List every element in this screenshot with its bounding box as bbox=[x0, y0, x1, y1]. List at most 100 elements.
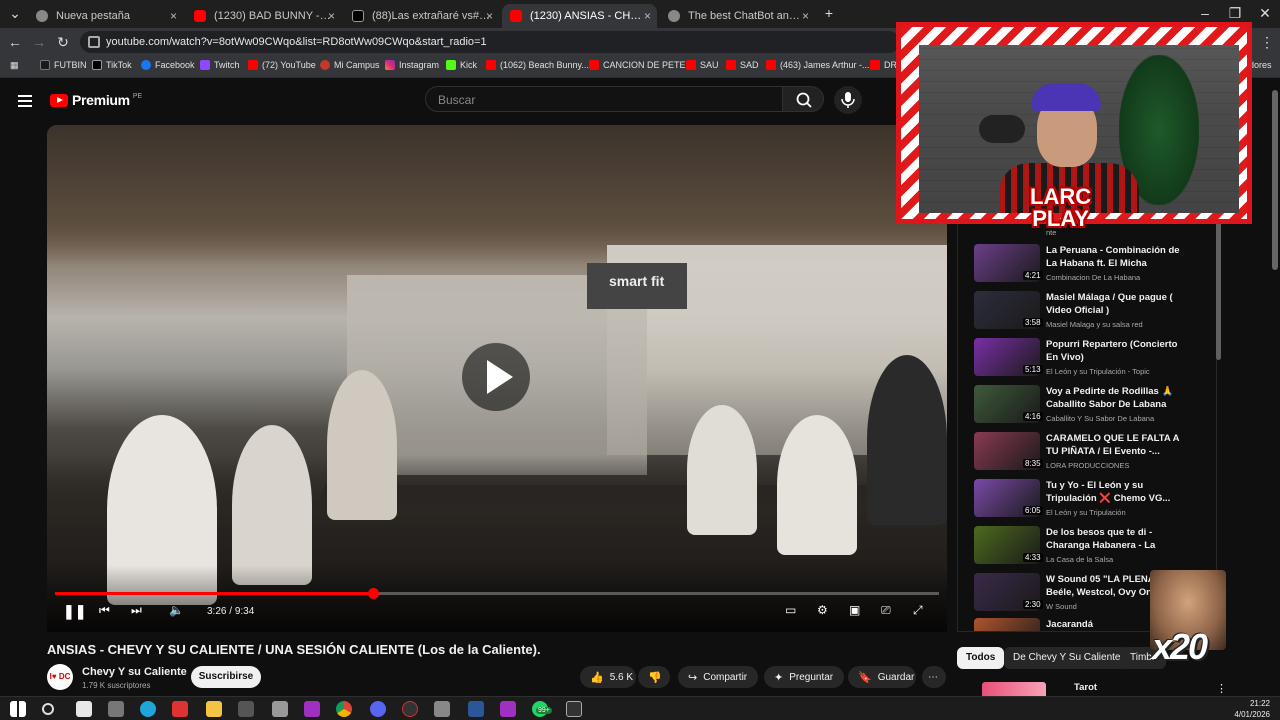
search-icon[interactable] bbox=[42, 703, 54, 715]
list-item[interactable]: 3:58 Masiel Málaga / Que pague ( Video O… bbox=[974, 291, 1216, 335]
window-close-icon[interactable]: ✕ bbox=[1256, 4, 1274, 22]
app-icon[interactable] bbox=[402, 701, 418, 717]
reload-icon[interactable]: ↻ bbox=[54, 33, 72, 51]
calculator-icon[interactable] bbox=[434, 701, 450, 717]
video-item-title[interactable]: Tu y Yo - El León y su Tripulación ❌ Che… bbox=[1046, 479, 1182, 505]
bookmark-twitch[interactable]: Twitch bbox=[200, 60, 240, 70]
page-scrollbar[interactable] bbox=[1272, 90, 1278, 270]
bookmark-cancion-de-peter[interactable]: CANCION DE PETER bbox=[589, 60, 692, 70]
next-button[interactable]: ⏭ bbox=[131, 603, 142, 618]
channel-avatar[interactable]: I♥ DC bbox=[47, 664, 73, 690]
previous-button[interactable]: ⏮ bbox=[99, 603, 110, 618]
tab-search-icon[interactable]: ⌄ bbox=[6, 4, 24, 22]
site-info-icon[interactable] bbox=[88, 36, 100, 48]
close-tab-icon[interactable]: × bbox=[644, 9, 651, 23]
bookmark-facebook[interactable]: Facebook bbox=[141, 60, 195, 70]
video-item-title[interactable]: Voy a Pedirte de Rodillas 🙏 Caballito Sa… bbox=[1046, 385, 1182, 411]
window-restore-icon[interactable]: ❐ bbox=[1226, 4, 1244, 22]
folder-icon[interactable] bbox=[206, 701, 222, 717]
tab-chatbot[interactable]: The best ChatBot and Widgets × bbox=[660, 4, 815, 28]
video-item-title[interactable]: La Peruana - Combinación de La Habana ft… bbox=[1046, 244, 1182, 270]
app-icon[interactable] bbox=[500, 701, 516, 717]
chip-all[interactable]: Todos bbox=[957, 647, 1005, 669]
bookmark-youtube[interactable]: (72) YouTube bbox=[248, 60, 316, 70]
app-icon[interactable] bbox=[566, 701, 582, 717]
list-item[interactable]: 5:13 Popurri Repartero (Concierto En Viv… bbox=[974, 338, 1216, 382]
video-item-title[interactable]: De los besos que te di - Charanga Habane… bbox=[1046, 526, 1182, 552]
close-tab-icon[interactable]: × bbox=[802, 9, 809, 23]
bookmark-sad[interactable]: SAD bbox=[726, 60, 759, 70]
system-clock[interactable]: 21:22 4/01/2026 bbox=[1234, 698, 1270, 720]
list-item[interactable]: 6:05 Tu y Yo - El León y su Tripulación … bbox=[974, 479, 1216, 523]
list-item[interactable]: 4:21 La Peruana - Combinación de La Haba… bbox=[974, 244, 1216, 288]
store-icon[interactable] bbox=[76, 701, 92, 717]
tab-ansias-active[interactable]: (1230) ANSIAS - CHEVY Y S × bbox=[502, 4, 657, 28]
forward-icon[interactable]: → bbox=[30, 33, 48, 51]
word-icon[interactable] bbox=[468, 701, 484, 717]
next-video-thumbnail[interactable] bbox=[982, 682, 1046, 696]
tab-new-tab[interactable]: Nueva pestaña × bbox=[28, 4, 183, 28]
video-item-title[interactable]: Popurri Repartero (Concierto En Vivo) bbox=[1046, 338, 1182, 364]
big-play-button[interactable] bbox=[462, 343, 530, 411]
windows-start-icon[interactable] bbox=[10, 701, 26, 717]
pause-button[interactable]: ❚❚ bbox=[63, 603, 86, 620]
voice-search-button[interactable] bbox=[834, 86, 862, 114]
list-item[interactable]: 8:35 CARAMELO QUE LE FALTA A TU PIÑATA /… bbox=[974, 432, 1216, 476]
list-item[interactable]: 4:33 De los besos que te di - Charanga H… bbox=[974, 526, 1216, 570]
bookmark-beach-bunny[interactable]: (1062) Beach Bunny... bbox=[486, 60, 589, 70]
browser-menu-icon[interactable]: ⋮ bbox=[1258, 33, 1276, 51]
close-tab-icon[interactable]: × bbox=[486, 9, 493, 23]
app-icon[interactable] bbox=[272, 701, 288, 717]
ask-button[interactable]: ✦ Preguntar bbox=[764, 666, 844, 688]
search-input[interactable]: Buscar bbox=[425, 86, 783, 112]
like-button[interactable]: 👍 5.6 K bbox=[580, 666, 636, 688]
subscribe-button[interactable]: Suscribirse bbox=[191, 666, 261, 688]
volume-icon[interactable]: 🔈 bbox=[169, 603, 184, 617]
bookmark-kick[interactable]: Kick bbox=[446, 60, 477, 70]
channel-name[interactable]: Chevy Y su Caliente bbox=[82, 666, 187, 678]
chrome-icon[interactable] bbox=[336, 701, 352, 717]
bookmark-sau[interactable]: SAU bbox=[686, 60, 719, 70]
next-video-title[interactable]: Tarot bbox=[1074, 682, 1097, 693]
tab-tiktok[interactable]: (88)Las extrañaré vs#fyp #vene × bbox=[344, 4, 499, 28]
next-video-menu-icon[interactable]: ⋮ bbox=[1216, 682, 1227, 695]
progress-bar[interactable] bbox=[55, 588, 939, 599]
bookmark-mi-campus[interactable]: Mi Campus bbox=[320, 60, 380, 70]
fullscreen-icon[interactable]: ⤢ bbox=[913, 603, 923, 618]
tab-bad-bunny[interactable]: (1230) BAD BUNNY - 120 | EL Ú × bbox=[186, 4, 341, 28]
sidebar-scrollbar[interactable] bbox=[1216, 210, 1221, 360]
bookmark-instagram[interactable]: Instagram bbox=[385, 60, 439, 70]
close-tab-icon[interactable]: × bbox=[170, 9, 177, 23]
cast-icon[interactable]: ⎚ bbox=[881, 603, 891, 618]
window-minimize-icon[interactable]: – bbox=[1196, 4, 1214, 22]
app-icon[interactable] bbox=[304, 701, 320, 717]
app-icon[interactable] bbox=[238, 701, 254, 717]
discord-icon[interactable] bbox=[370, 701, 386, 717]
dislike-button[interactable]: 👎 bbox=[638, 666, 670, 688]
search-button[interactable] bbox=[782, 86, 824, 112]
apps-icon[interactable]: ▦ bbox=[10, 60, 19, 71]
new-tab-button[interactable]: + bbox=[820, 4, 838, 22]
subtitles-icon[interactable]: ▭ bbox=[785, 603, 796, 617]
video-player[interactable]: smart fit ❚❚ ⏮ ⏭ 🔈 3:26 / 9:34 ▭ ⚙ ▣ ⎚ ⤢ bbox=[47, 125, 947, 632]
bookmark-futbin[interactable]: FUTBIN bbox=[40, 60, 87, 70]
more-actions-button[interactable]: ⋯ bbox=[922, 666, 946, 688]
list-item[interactable]: 4:16 Voy a Pedirte de Rodillas 🙏 Caballi… bbox=[974, 385, 1216, 429]
settings-gear-icon[interactable]: ⚙ bbox=[817, 603, 828, 617]
recorder-icon[interactable] bbox=[172, 701, 188, 717]
back-icon[interactable]: ← bbox=[6, 33, 24, 51]
hamburger-menu-icon[interactable] bbox=[18, 92, 32, 110]
bookmark-tiktok[interactable]: TikTok bbox=[92, 60, 132, 70]
chip-from-channel[interactable]: De Chevy Y Su Caliente bbox=[1004, 647, 1130, 669]
game-icon[interactable] bbox=[108, 701, 124, 717]
video-item-title[interactable]: CARAMELO QUE LE FALTA A TU PIÑATA / El E… bbox=[1046, 432, 1182, 458]
close-tab-icon[interactable]: × bbox=[328, 9, 335, 23]
address-bar[interactable]: youtube.com/watch?v=8otWw09CWqo&list=RD8… bbox=[80, 31, 900, 53]
share-button[interactable]: ↪ Compartir bbox=[678, 666, 758, 688]
save-button[interactable]: 🔖 Guardar bbox=[848, 666, 916, 688]
bookmark-james-arthur[interactable]: (463) James Arthur -... bbox=[766, 60, 870, 70]
miniplayer-icon[interactable]: ▣ bbox=[849, 603, 860, 617]
youtube-premium-logo[interactable]: Premium PE bbox=[50, 92, 142, 108]
edge-icon[interactable] bbox=[140, 701, 156, 717]
video-item-title[interactable]: Masiel Málaga / Que pague ( Video Oficia… bbox=[1046, 291, 1182, 317]
